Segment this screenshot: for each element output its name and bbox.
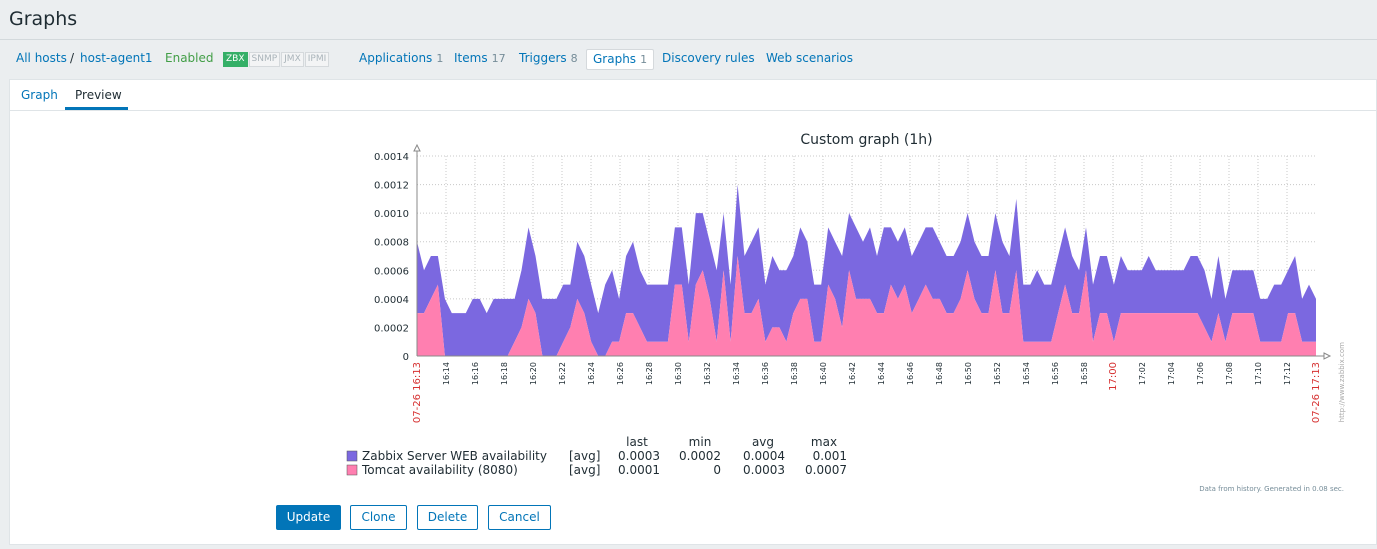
x-tick-label: 16:58 [1080, 362, 1089, 385]
legend-value: 0.0003 [743, 463, 785, 477]
legend-value: 0.0007 [805, 463, 847, 477]
jmx-badge: JMX [281, 52, 304, 67]
x-axis-arrow-icon [1323, 352, 1332, 360]
cancel-button[interactable]: Cancel [488, 505, 551, 530]
y-tick-label: 0.0008 [374, 238, 409, 249]
x-tick-label: 16:24 [587, 362, 596, 385]
legend-header: last [626, 435, 648, 449]
triggers-link[interactable]: Triggers 8 [519, 51, 578, 65]
y-tick-label: 0 [403, 352, 409, 363]
x-tick-label: 17:00 [1108, 362, 1119, 391]
legend-function: [avg] [569, 463, 600, 477]
x-tick-label: 17:06 [1196, 362, 1205, 385]
host-navigation: All hosts / host-agent1 Enabled ZBX SNMP… [0, 39, 1377, 79]
x-tick-label: 16:18 [500, 362, 509, 385]
x-tick-label: 16:32 [703, 362, 712, 385]
x-tick-label: 16:28 [645, 362, 654, 385]
triggers-count: 8 [570, 52, 578, 65]
x-tick-label: 16:26 [616, 362, 625, 385]
x-tick-label: 16:42 [848, 362, 857, 385]
legend-swatch [346, 464, 358, 476]
applications-label: Applications [359, 51, 433, 65]
legend-value: 0 [713, 463, 721, 477]
y-axis-arrow-icon [413, 143, 421, 152]
chart-footer-note: Data from history. Generated in 0.08 sec… [1199, 485, 1344, 493]
legend-swatch [346, 450, 358, 462]
x-tick-label: 16:52 [993, 362, 1002, 385]
x-tick-label: 16:50 [964, 362, 973, 385]
x-tick-label: 17:08 [1225, 362, 1234, 385]
discovery-rules-link[interactable]: Discovery rules [662, 51, 755, 65]
legend-function: [avg] [569, 449, 600, 463]
x-tick-label: 16:56 [1051, 362, 1060, 385]
y-tick-label: 0.0012 [374, 181, 409, 192]
web-scenarios-link[interactable]: Web scenarios [766, 51, 853, 65]
x-tick-label: 16:30 [674, 362, 683, 385]
y-tick-label: 0.0002 [374, 323, 409, 334]
graphs-link[interactable]: Graphs 1 [586, 49, 655, 70]
legend-header: avg [752, 435, 774, 449]
applications-link[interactable]: Applications 1 [359, 51, 443, 65]
availability-badges: ZBX SNMP JMX IPMI [223, 52, 330, 67]
all-hosts-link[interactable]: All hosts [16, 51, 67, 65]
legend-value: 0.001 [813, 449, 847, 463]
applications-count: 1 [436, 52, 444, 65]
delete-button[interactable]: Delete [417, 505, 478, 530]
x-tick-label: 17:02 [1138, 362, 1147, 385]
x-tick-label: 16:44 [877, 362, 886, 385]
y-tick-label: 0.0014 [374, 152, 409, 163]
x-end-label: 07-26 17:13 [1311, 362, 1322, 423]
items-label: Items [454, 51, 488, 65]
x-tick-label: 16:38 [790, 362, 799, 385]
legend-value: 0.0001 [618, 463, 660, 477]
x-tick-label: 16:48 [935, 362, 944, 385]
x-tick-label: 16:14 [442, 362, 451, 385]
y-tick-label: 0.0010 [374, 209, 409, 220]
breadcrumb-separator: / [70, 51, 75, 65]
x-tick-label: 16:46 [906, 362, 915, 385]
x-tick-label: 16:16 [471, 362, 480, 385]
x-start-label: 07-26 16:13 [412, 362, 423, 423]
page-title: Graphs [9, 8, 78, 30]
graphs-label: Graphs [593, 52, 637, 66]
x-tick-label: 16:40 [819, 362, 828, 385]
legend-value: 0.0002 [679, 449, 721, 463]
x-tick-label: 16:36 [761, 362, 770, 385]
items-count: 17 [491, 52, 506, 65]
legend-series-name: Zabbix Server WEB availability [362, 449, 547, 463]
legend-series-name: Tomcat availability (8080) [361, 463, 518, 477]
snmp-badge: SNMP [248, 52, 281, 67]
graph-form-panel: Graph Preview Custom graph (1h) 0.0014 0.0… [9, 79, 1377, 545]
legend-header: max [811, 435, 837, 449]
clone-button[interactable]: Clone [350, 505, 407, 530]
zbx-badge: ZBX [223, 52, 248, 67]
update-button[interactable]: Update [276, 505, 341, 530]
x-tick-label: 16:54 [1022, 362, 1031, 385]
x-tick-label: 17:12 [1283, 362, 1292, 385]
host-link[interactable]: host-agent1 [80, 51, 153, 65]
legend-value: 0.0003 [618, 449, 660, 463]
y-tick-label: 0.0006 [374, 266, 409, 277]
triggers-label: Triggers [519, 51, 567, 65]
items-link[interactable]: Items 17 [454, 51, 506, 65]
x-tick-label: 16:22 [558, 362, 567, 385]
graph-preview: Custom graph (1h)0.00140.00120.00100.000… [346, 132, 1346, 493]
x-tick-label: 17:10 [1254, 362, 1263, 385]
host-status[interactable]: Enabled [165, 51, 214, 65]
chart-watermark: http://www.zabbix.com [1338, 342, 1346, 422]
x-tick-label: 17:04 [1167, 362, 1176, 385]
legend-value: 0.0004 [743, 449, 785, 463]
x-tick-label: 16:34 [732, 362, 741, 385]
y-tick-label: 0.0004 [374, 295, 409, 306]
legend-header: min [689, 435, 712, 449]
chart-title: Custom graph (1h) [800, 132, 932, 148]
graphs-count: 1 [640, 53, 648, 66]
x-tick-label: 16:20 [529, 362, 538, 385]
ipmi-badge: IPMI [304, 52, 330, 67]
